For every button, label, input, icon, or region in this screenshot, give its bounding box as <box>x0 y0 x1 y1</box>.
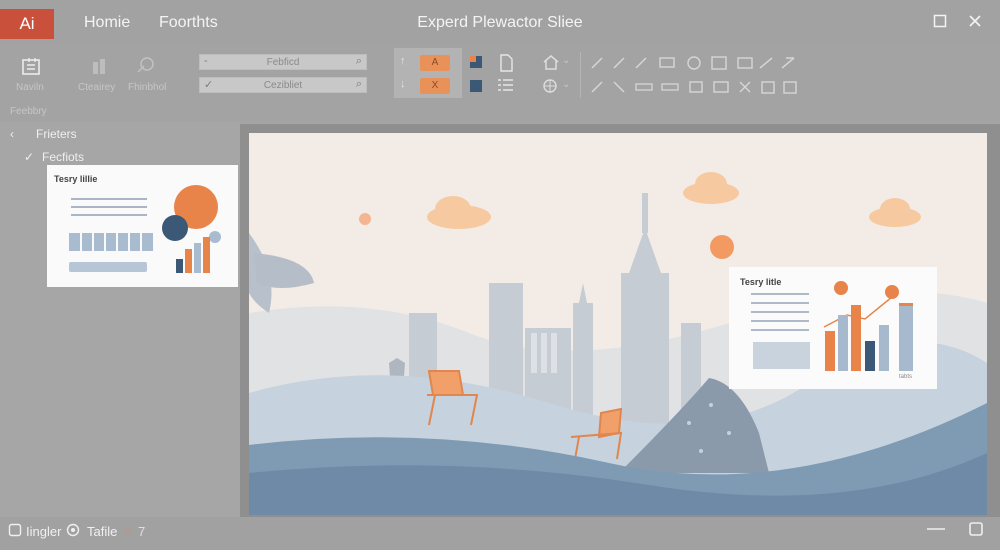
tree-root[interactable]: Frieters <box>36 127 77 141</box>
settings-icon[interactable] <box>66 523 80 540</box>
color-swatch-icon[interactable] <box>468 54 484 73</box>
search-field-2-value: Cezibliet <box>263 79 303 91</box>
chart-card[interactable]: Tesry litle tabts <box>729 267 937 389</box>
status-file[interactable]: Tafile <box>87 524 117 539</box>
ribbon-separator <box>580 52 581 98</box>
status-page-total: 7 <box>138 524 146 539</box>
thumbnail-graphic <box>69 185 221 273</box>
tab-fonts[interactable]: Foorthts <box>159 14 218 32</box>
close-icon[interactable] <box>965 14 985 34</box>
tree-child[interactable]: Fecfiots <box>42 150 84 164</box>
search-icon[interactable]: ⌕ <box>356 55 362 68</box>
tool-label-create: Cteairey <box>78 82 116 93</box>
chevron-down-icon[interactable]: ⌄ <box>562 55 570 66</box>
shapes-icon[interactable] <box>136 56 156 77</box>
language-icon[interactable] <box>8 523 22 540</box>
globe-icon[interactable] <box>542 78 558 97</box>
home-icon[interactable] <box>542 54 560 73</box>
tool-icon-a[interactable]: ↑ <box>400 55 406 67</box>
search-field-2[interactable]: ✓ Cezibliet ⌕ <box>199 77 367 93</box>
navigate-label: Naviln <box>16 82 44 93</box>
chevron-down-icon[interactable]: ⌄ <box>562 79 570 90</box>
check-icon: ✓ <box>24 150 35 164</box>
tool-icon-b[interactable]: ↓ <box>400 78 406 90</box>
bars-icon[interactable] <box>92 58 112 77</box>
status-bar <box>0 517 1000 550</box>
window-title: Experd Plewactor Sliee <box>417 14 583 31</box>
document-icon[interactable] <box>498 54 514 75</box>
restore-icon[interactable] <box>968 521 984 540</box>
status-page-current: 2 <box>124 524 132 539</box>
app-logo[interactable]: Ai <box>0 9 54 39</box>
title-bar: Ai Homie Foorthts Experd Plewactor Sliee <box>0 0 1000 46</box>
draw-tools-row <box>590 55 810 74</box>
navy-swatch-icon[interactable] <box>468 78 484 97</box>
check-icon: ✓ <box>204 79 214 91</box>
slide-thumbnail[interactable]: Tesry lillie <box>47 165 238 287</box>
chart-card-graphic <box>751 281 913 371</box>
clear-format-button[interactable]: X <box>420 78 450 94</box>
tool-label-fill: Fhinbhol <box>128 82 167 93</box>
maximize-icon[interactable] <box>930 14 950 34</box>
minimize-icon[interactable] <box>926 521 946 538</box>
search-field-1[interactable]: - Febficd ⌕ <box>199 54 367 70</box>
navigate-icon[interactable] <box>20 56 44 81</box>
dash-icon: - <box>204 55 208 67</box>
tree-collapse-icon[interactable]: ‹ <box>10 127 14 141</box>
draw-tools-row-2 <box>590 79 810 98</box>
tab-home[interactable]: Homie <box>84 14 130 32</box>
search-icon[interactable]: ⌕ <box>356 78 362 91</box>
fill-color-button[interactable]: A <box>420 55 450 71</box>
list-icon[interactable] <box>497 77 515 96</box>
ribbon-caption: Feebbry <box>10 106 47 117</box>
status-language[interactable]: Iingler <box>26 524 61 539</box>
search-field-1-value: Febficd <box>266 56 300 68</box>
app-window: Ai Homie Foorthts Experd Plewactor Sliee… <box>0 0 1000 550</box>
chart-card-footer: tabts <box>899 374 913 380</box>
